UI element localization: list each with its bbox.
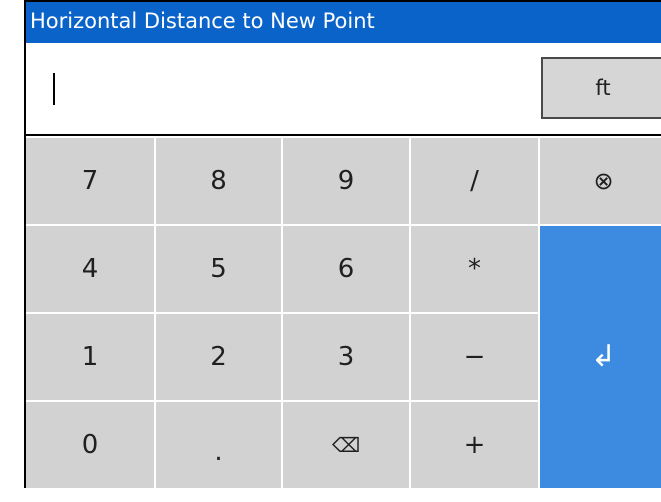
key-decimal[interactable]: . — [156, 402, 281, 488]
key-8[interactable]: 8 — [156, 138, 281, 224]
key-2[interactable]: 2 — [156, 314, 281, 400]
key-0[interactable]: 0 — [26, 402, 154, 488]
unit-button[interactable]: ft — [541, 57, 661, 119]
key-slash[interactable]: / — [411, 138, 538, 224]
enter-icon: ↲ — [590, 339, 617, 374]
key-multiply[interactable]: * — [411, 226, 538, 312]
key-7[interactable]: 7 — [26, 138, 154, 224]
clear-icon: ⊗ — [593, 167, 614, 195]
key-1[interactable]: 1 — [26, 314, 154, 400]
backspace-icon: ⌫ — [331, 433, 361, 457]
distance-input[interactable] — [26, 43, 531, 134]
key-plus[interactable]: + — [411, 402, 538, 488]
input-row: ft — [24, 43, 661, 136]
text-caret — [53, 73, 55, 105]
clear-key[interactable]: ⊗ — [540, 138, 661, 224]
key-9[interactable]: 9 — [283, 138, 409, 224]
key-3[interactable]: 3 — [283, 314, 409, 400]
key-5[interactable]: 5 — [156, 226, 281, 312]
enter-key[interactable]: ↲ — [540, 226, 661, 488]
dialog-title: Horizontal Distance to New Point — [24, 0, 661, 43]
keypad: 7 8 9 / ⊗ 4 5 6 * ↲ 1 2 3 − 0 . ⌫ + — [24, 136, 661, 488]
numeric-keypad-dialog: Horizontal Distance to New Point ft 7 8 … — [0, 0, 661, 488]
key-minus[interactable]: − — [411, 314, 538, 400]
key-6[interactable]: 6 — [283, 226, 409, 312]
backspace-key[interactable]: ⌫ — [283, 402, 409, 488]
key-4[interactable]: 4 — [26, 226, 154, 312]
